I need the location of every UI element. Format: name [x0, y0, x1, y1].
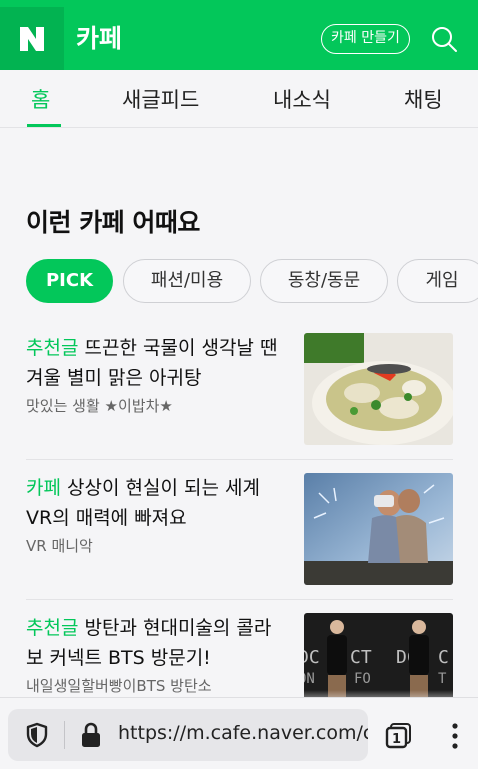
address-bar[interactable]: https://m.cafe.naver.com/ca: [8, 709, 368, 761]
divider: [26, 459, 453, 460]
item-category: 카페: [26, 477, 61, 499]
svg-text:CT: CT: [350, 647, 372, 668]
item-title: 카페 상상이 현실이 되는 세계 VR의 매력에 빠져요: [26, 477, 260, 529]
tab-switcher-icon[interactable]: 1: [385, 722, 413, 750]
naver-n-icon: [20, 26, 44, 51]
section-title: 이런 카페 어때요: [26, 208, 200, 237]
page-title: 카페: [76, 24, 123, 53]
tab-home[interactable]: 홈: [31, 84, 50, 114]
item-cafe-name: VR 매니악: [26, 537, 93, 555]
chip-alumni[interactable]: 동창/동문: [260, 259, 388, 303]
svg-text:T: T: [438, 671, 447, 687]
active-tab-indicator: [27, 124, 61, 127]
browser-toolbar: https://m.cafe.naver.com/ca 1: [0, 697, 478, 769]
item-category: 추천글: [26, 337, 79, 359]
more-menu-icon[interactable]: [447, 722, 463, 750]
divider: [26, 599, 453, 600]
item-title: 추천글 뜨끈한 국물이 생각날 땐 겨울 별미 맑은 아귀탕: [26, 337, 278, 389]
shield-icon[interactable]: [25, 722, 49, 748]
app-header: 카페 카페 만들기: [0, 7, 478, 70]
tab-chat[interactable]: 채팅: [404, 84, 443, 114]
chip-pick[interactable]: PICK: [26, 259, 113, 303]
naver-logo[interactable]: [0, 7, 64, 70]
tab-count: 1: [392, 732, 401, 747]
status-bar: [0, 0, 478, 7]
make-cafe-button[interactable]: 카페 만들기: [321, 24, 410, 54]
chip-fashion-beauty[interactable]: 패션/미용: [123, 259, 251, 303]
svg-text:ON: ON: [304, 671, 315, 687]
main-tabs: 홈 새글피드 내소식 채팅: [0, 70, 478, 128]
item-category: 추천글: [26, 617, 79, 639]
tab-my-news[interactable]: 내소식: [273, 84, 331, 114]
search-icon[interactable]: [429, 24, 459, 54]
tab-new-feed[interactable]: 새글피드: [122, 84, 199, 114]
category-chips: PICK 패션/미용 동창/동문 게임: [26, 259, 478, 303]
fish-soup-image[interactable]: [304, 333, 453, 445]
lock-icon[interactable]: [80, 721, 102, 748]
svg-text:FO: FO: [354, 671, 371, 687]
svg-text:C: C: [438, 647, 449, 668]
svg-text:DC: DC: [304, 647, 320, 668]
item-title: 추천글 방탄과 현대미술의 콜라보 커넥트 BTS 방문기!: [26, 617, 272, 669]
url-text: https://m.cafe.naver.com/ca: [118, 722, 368, 744]
item-cafe-name: 맛있는 생활 ★이밥차★: [26, 397, 173, 415]
vr-headset-image[interactable]: [304, 473, 453, 585]
separator: [64, 721, 65, 749]
chip-game[interactable]: 게임: [397, 259, 478, 303]
